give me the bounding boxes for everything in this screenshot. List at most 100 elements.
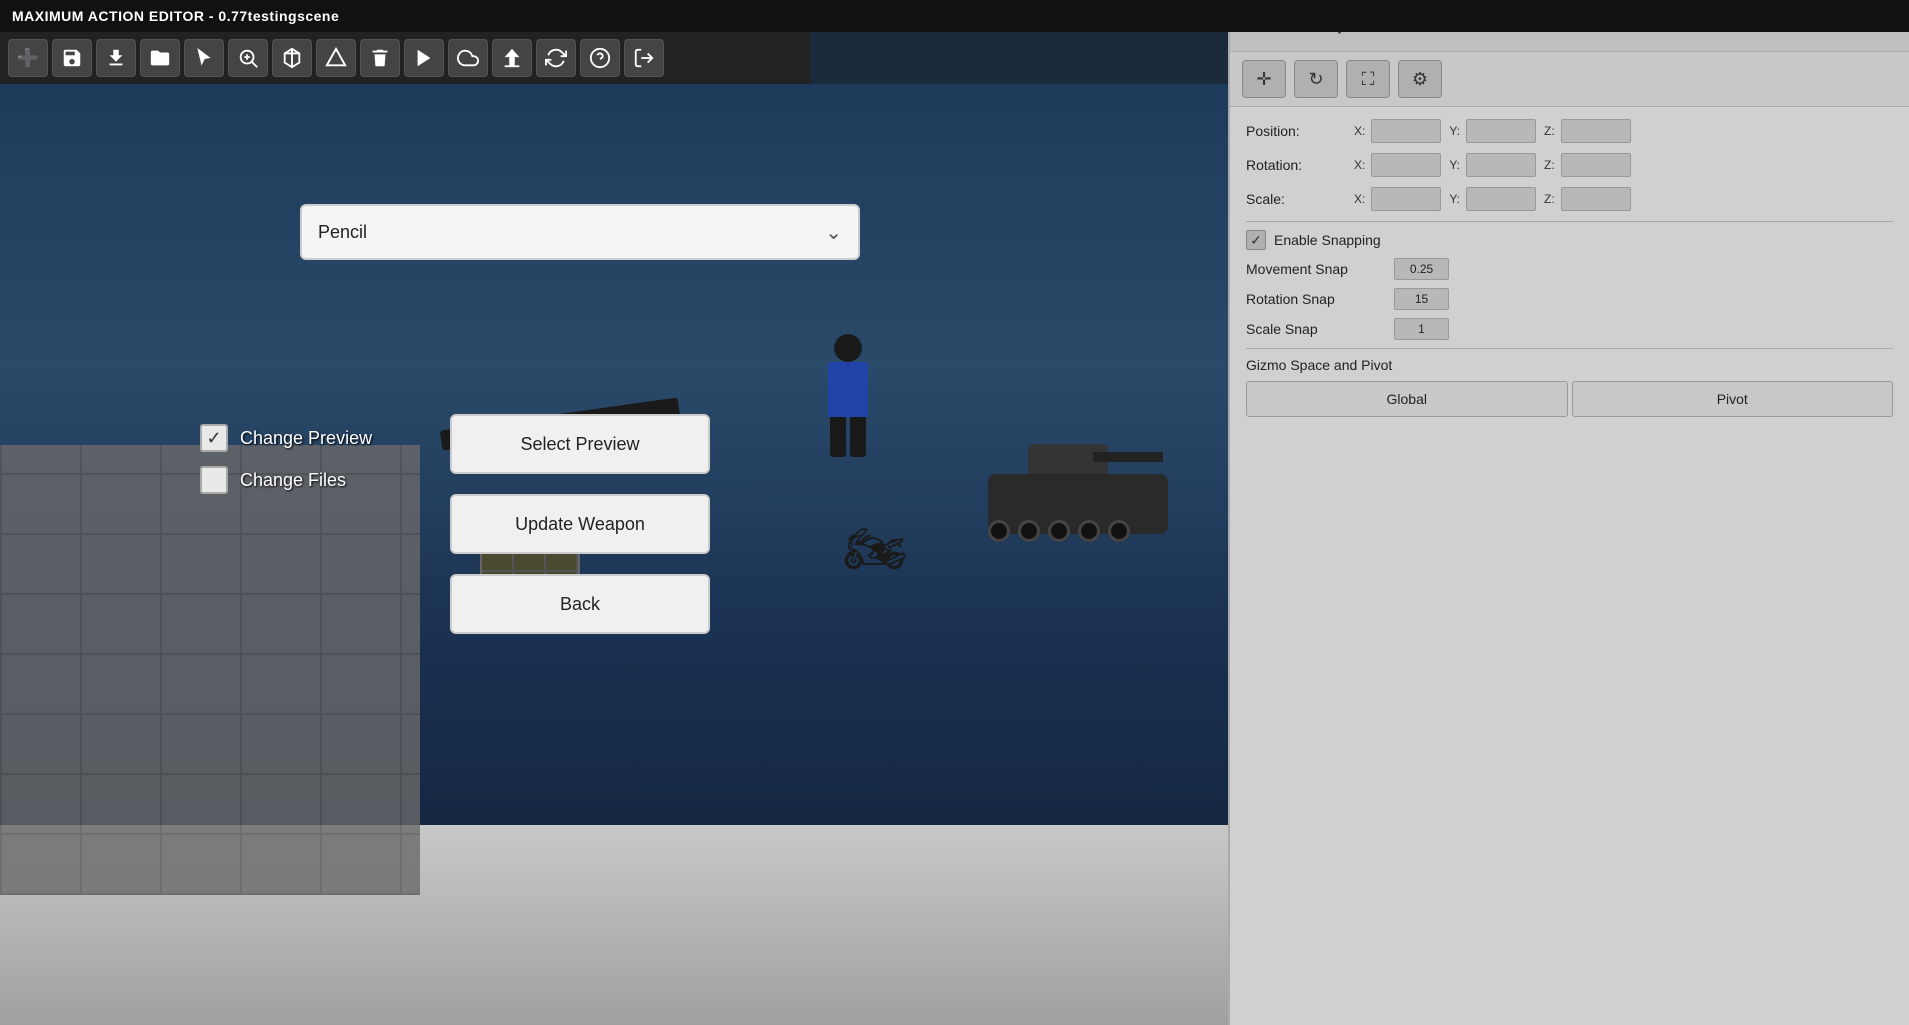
position-y-input[interactable] (1466, 119, 1536, 143)
rotation-x-input[interactable] (1371, 153, 1441, 177)
position-y-group: Y: (1449, 119, 1536, 143)
scale-snap-value[interactable]: 1 (1394, 318, 1449, 340)
divider-1 (1246, 221, 1893, 222)
rotation-snap-row: Rotation Snap 15 (1246, 288, 1893, 310)
position-z-label: Z: (1544, 124, 1555, 138)
rotation-y-input[interactable] (1466, 153, 1536, 177)
stone-wall (0, 445, 420, 895)
char-leg-left (830, 417, 846, 457)
refresh-button[interactable] (536, 39, 576, 77)
rotation-z-group: Z: (1544, 153, 1631, 177)
rotation-snap-label: Rotation Snap (1246, 291, 1386, 307)
scale-snap-label: Scale Snap (1246, 321, 1386, 337)
change-preview-checkbox[interactable]: ✓ (200, 424, 228, 452)
scale-y-input[interactable] (1466, 187, 1536, 211)
position-label: Position: (1246, 123, 1346, 139)
cloud-button[interactable] (448, 39, 488, 77)
export-button[interactable] (492, 39, 532, 77)
rotation-x-label: X: (1354, 158, 1365, 172)
rotation-z-label: Z: (1544, 158, 1555, 172)
scale-z-label: Z: (1544, 192, 1555, 206)
weapon-select[interactable]: Pencil ⌄ (300, 204, 860, 260)
scale-x-group: X: (1354, 187, 1441, 211)
scale-row: Scale: X: Y: Z: (1246, 187, 1893, 211)
position-x-label: X: (1354, 124, 1365, 138)
movement-snap-row: Movement Snap 0.25 (1246, 258, 1893, 280)
checkboxes-container: ✓ Change Preview Change Files (200, 424, 372, 508)
change-files-row: Change Files (200, 466, 372, 494)
update-weapon-button[interactable]: Update Weapon (450, 494, 710, 554)
rotation-z-input[interactable] (1561, 153, 1631, 177)
enable-snapping-label: Enable Snapping (1274, 232, 1381, 248)
action-buttons: Select Preview Update Weapon Back (450, 414, 710, 634)
cube-button[interactable] (272, 39, 312, 77)
save-as-button[interactable] (96, 39, 136, 77)
properties-section: Position: X: Y: Z: Rotation: X: Y: (1230, 107, 1909, 429)
weapon-dropdown: Pencil ⌄ (300, 204, 860, 260)
rotation-x-group: X: (1354, 153, 1441, 177)
position-y-label: Y: (1449, 124, 1460, 138)
gizmo-label: Gizmo Space and Pivot (1246, 357, 1893, 373)
scale-z-group: Z: (1544, 187, 1631, 211)
character (818, 334, 878, 464)
divider-2 (1246, 348, 1893, 349)
position-row: Position: X: Y: Z: (1246, 119, 1893, 143)
pyramid-button[interactable] (316, 39, 356, 77)
help-button[interactable] (580, 39, 620, 77)
scale-snap-row: Scale Snap 1 (1246, 318, 1893, 340)
movement-snap-label: Movement Snap (1246, 261, 1386, 277)
rotate-button[interactable]: ↻ (1294, 60, 1338, 98)
title-bar: MAXIMUM ACTION EDITOR - 0.77testingscene (0, 0, 1909, 32)
right-panel: Select an Object ✛ ↻ ⛶ ⚙ Position: X: Y:… (1228, 0, 1909, 1025)
char-body (828, 362, 868, 417)
weapon-select-value: Pencil (318, 222, 367, 243)
back-button[interactable]: Back (450, 574, 710, 634)
delete-button[interactable] (360, 39, 400, 77)
new-button[interactable]: ➕ (8, 39, 48, 77)
scale-full-button[interactable]: ⛶ (1346, 60, 1390, 98)
rotation-snap-value[interactable]: 15 (1394, 288, 1449, 310)
position-z-group: Z: (1544, 119, 1631, 143)
change-files-label: Change Files (240, 470, 346, 491)
save-button[interactable] (52, 39, 92, 77)
settings-button[interactable]: ⚙ (1398, 60, 1442, 98)
rotation-y-group: Y: (1449, 153, 1536, 177)
tank-wheels (988, 520, 1130, 542)
pivot-button[interactable]: Pivot (1572, 381, 1894, 417)
select-button[interactable] (184, 39, 224, 77)
open-button[interactable] (140, 39, 180, 77)
change-files-checkbox[interactable] (200, 466, 228, 494)
zoom-button[interactable] (228, 39, 268, 77)
global-button[interactable]: Global (1246, 381, 1568, 417)
tank-barrel (1093, 452, 1163, 462)
gizmo-buttons: Global Pivot (1246, 381, 1893, 417)
char-leg-right (850, 417, 866, 457)
movement-snap-value[interactable]: 0.25 (1394, 258, 1449, 280)
scale-x-input[interactable] (1371, 187, 1441, 211)
scale-y-label: Y: (1449, 192, 1460, 206)
scale-z-input[interactable] (1561, 187, 1631, 211)
rotation-label: Rotation: (1246, 157, 1346, 173)
toolbar: ➕ (0, 32, 810, 84)
app-title: MAXIMUM ACTION EDITOR - 0.77testingscene (12, 8, 339, 24)
position-z-input[interactable] (1561, 119, 1631, 143)
select-preview-button[interactable]: Select Preview (450, 414, 710, 474)
scale-label: Scale: (1246, 191, 1346, 207)
logout-button[interactable] (624, 39, 664, 77)
change-preview-row: ✓ Change Preview (200, 424, 372, 452)
tank (978, 434, 1178, 534)
char-legs (818, 417, 878, 457)
play-button[interactable] (404, 39, 444, 77)
enable-snapping-row: ✓ Enable Snapping (1246, 230, 1893, 250)
scale-y-group: Y: (1449, 187, 1536, 211)
position-x-input[interactable] (1371, 119, 1441, 143)
move-button[interactable]: ✛ (1242, 60, 1286, 98)
chevron-down-icon: ⌄ (825, 220, 842, 245)
position-x-group: X: (1354, 119, 1441, 143)
panel-toolbar: ✛ ↻ ⛶ ⚙ (1230, 52, 1909, 107)
enable-snapping-checkbox[interactable]: ✓ (1246, 230, 1266, 250)
viewport: 🏍 Pencil ⌄ ✓ Change Preview Change Files… (0, 84, 1228, 1025)
char-head (834, 334, 862, 362)
motorcycle: 🏍 (843, 514, 908, 584)
rotation-row: Rotation: X: Y: Z: (1246, 153, 1893, 177)
